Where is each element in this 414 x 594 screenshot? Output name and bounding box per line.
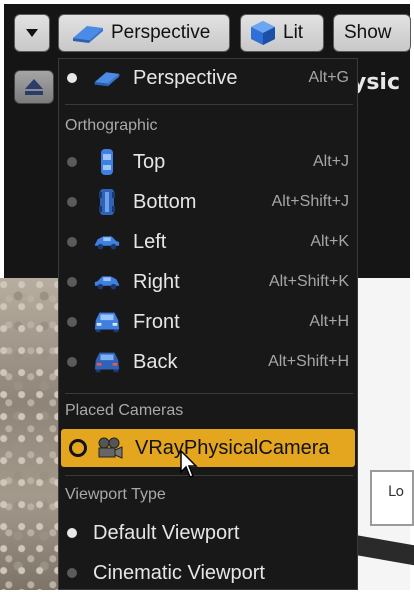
menu-item-label: Left	[133, 230, 167, 253]
section-header-orthographic: Orthographic	[65, 117, 158, 134]
lit-sphere-icon	[251, 21, 275, 45]
menu-item-shortcut: Alt+J	[312, 153, 349, 170]
menu-separator	[65, 393, 353, 394]
car-back-view-icon	[93, 348, 121, 376]
radio-unselected-icon	[67, 237, 77, 247]
car-side-left-icon	[93, 228, 121, 256]
perspective-label: Perspective	[111, 22, 211, 43]
menu-item-shortcut: Alt+G	[308, 69, 349, 86]
eject-button[interactable]	[14, 70, 54, 104]
menu-item-shortcut: Alt+Shift+K	[268, 273, 349, 290]
section-header-viewport-type: Viewport Type	[65, 486, 166, 503]
menu-item-shortcut: Alt+K	[310, 233, 349, 250]
menu-item-label: VRayPhysicalCamera	[135, 436, 330, 459]
chevron-down-icon	[26, 29, 38, 37]
menu-item-front[interactable]: Front Alt+H	[59, 303, 357, 341]
viewport-options-button[interactable]	[14, 14, 50, 52]
menu-item-shortcut: Alt+Shift+J	[271, 193, 349, 210]
scene-label-box: Lo	[370, 470, 414, 526]
menu-item-label: Back	[133, 350, 178, 373]
menu-item-label: Bottom	[133, 190, 197, 213]
radio-selected-icon	[67, 73, 77, 83]
menu-item-shortcut: Alt+H	[309, 313, 349, 330]
section-header-placed-cameras: Placed Cameras	[65, 402, 184, 419]
perspective-button[interactable]: Perspective	[58, 14, 230, 52]
menu-item-perspective[interactable]: Perspective Alt+G	[59, 59, 357, 97]
menu-item-left[interactable]: Left Alt+K	[59, 223, 357, 261]
menu-item-cinematic-viewport[interactable]: Cinematic Viewport	[59, 554, 357, 592]
menu-item-bottom[interactable]: Bottom Alt+Shift+J	[59, 183, 357, 221]
perspective-icon	[73, 26, 103, 43]
car-bottom-view-icon	[93, 188, 121, 216]
lit-label: Lit	[283, 22, 304, 43]
menu-item-label: Perspective	[133, 66, 238, 89]
show-label: Show	[344, 22, 392, 43]
perspective-icon	[93, 64, 121, 92]
menu-item-label: Front	[133, 310, 180, 333]
viewport-type-menu: Perspective Alt+G Orthographic Top Alt+J…	[58, 58, 358, 590]
menu-item-shortcut: Alt+Shift+H	[268, 353, 349, 370]
eject-icon	[25, 79, 43, 95]
menu-separator	[65, 104, 353, 105]
mouse-cursor-icon	[180, 450, 198, 478]
radio-unselected-icon	[67, 357, 77, 367]
car-front-view-icon	[93, 308, 121, 336]
car-top-view-icon	[93, 148, 121, 176]
menu-item-top[interactable]: Top Alt+J	[59, 143, 357, 181]
menu-item-back[interactable]: Back Alt+Shift+H	[59, 343, 357, 381]
radio-unselected-icon	[67, 277, 77, 287]
radio-unselected-icon	[67, 157, 77, 167]
radio-unselected-icon	[67, 317, 77, 327]
menu-item-label: Top	[133, 150, 166, 173]
car-side-right-icon	[93, 268, 121, 296]
camera-icon	[95, 434, 123, 462]
menu-item-vray-camera[interactable]: VRayPhysicalCamera	[61, 429, 355, 467]
scene-wall	[0, 278, 62, 590]
radio-selected-icon	[67, 528, 77, 538]
menu-item-label: Right	[133, 270, 180, 293]
viewport-title: ysic	[352, 70, 401, 95]
menu-item-default-viewport[interactable]: Default Viewport	[59, 514, 357, 552]
menu-separator	[65, 475, 353, 476]
menu-item-label: Default Viewport	[93, 521, 240, 544]
show-button[interactable]: Show	[333, 14, 411, 52]
radio-unselected-icon	[67, 197, 77, 207]
menu-item-label: Cinematic Viewport	[93, 561, 265, 584]
lit-button[interactable]: Lit	[240, 14, 324, 52]
radio-ring-icon	[69, 439, 87, 457]
radio-unselected-icon	[67, 568, 77, 578]
menu-item-right[interactable]: Right Alt+Shift+K	[59, 263, 357, 301]
scene-box-text: Lo	[388, 484, 405, 500]
